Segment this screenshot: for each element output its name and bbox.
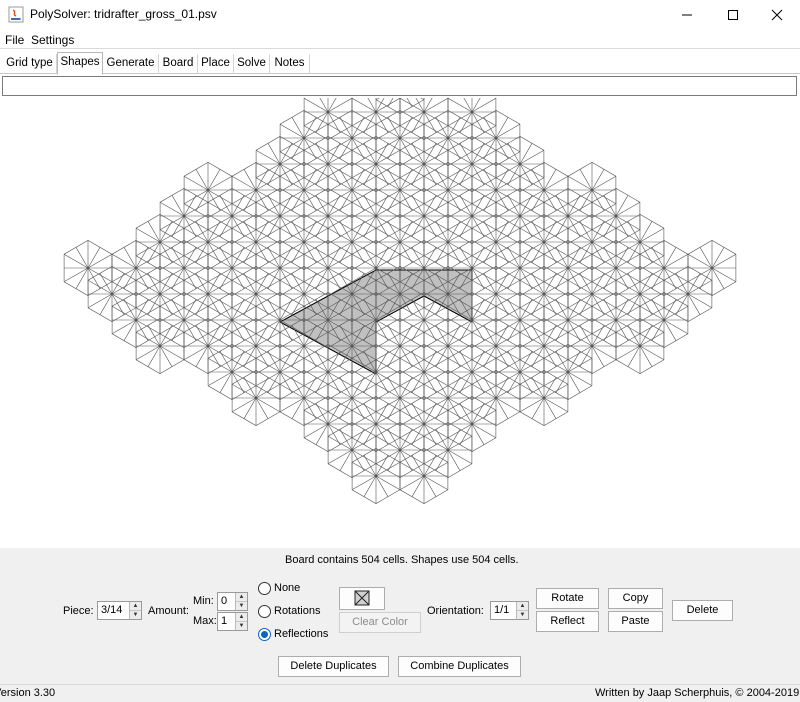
min-label: Min:: [193, 595, 214, 607]
menu-settings[interactable]: Settings: [31, 33, 74, 47]
paste-button[interactable]: Paste: [608, 611, 663, 632]
window-title: PolySolver: tridrafter_gross_01.psv: [30, 7, 217, 21]
down-arrow-icon[interactable]: ▼: [517, 610, 528, 618]
message-field[interactable]: [2, 76, 797, 96]
tab-bar: Grid type Shapes Generate Board Place So…: [0, 52, 800, 75]
reflect-button[interactable]: Reflect: [536, 611, 599, 632]
min-spinner[interactable]: 0 ▲ ▼: [217, 592, 248, 611]
orientation-label: Orientation:: [427, 605, 484, 617]
max-value: 1: [221, 615, 228, 627]
tab-generate[interactable]: Generate: [103, 54, 159, 74]
grid-lines: [63, 58, 737, 504]
hex-cell-lines: [399, 448, 449, 504]
close-icon: [771, 9, 783, 21]
shape-controls-panel: Board contains 504 cells. Shapes use 504…: [0, 548, 800, 684]
hex-cell[interactable]: [615, 318, 665, 374]
radio-none[interactable]: None: [258, 580, 300, 596]
orientation-spinner-arrows[interactable]: ▲ ▼: [516, 602, 528, 619]
tab-board[interactable]: Board: [159, 54, 198, 74]
status-bar: Version 3.30 Written by Jaap Scherphuis,…: [0, 684, 800, 702]
hex-cell-lines: [135, 318, 185, 374]
radio-reflections[interactable]: Reflections: [258, 626, 328, 642]
radio-reflections-label: Reflections: [274, 628, 329, 640]
credit-text: Written by Jaap Scherphuis, © 2004-2019: [595, 687, 800, 699]
amount-label: Amount:: [148, 605, 189, 617]
up-arrow-icon[interactable]: ▲: [236, 593, 247, 601]
piece-spinner[interactable]: 3/14 ▲ ▼: [97, 601, 142, 620]
java-app-icon: [8, 6, 24, 23]
min-value: 0: [221, 595, 228, 607]
orientation-spinner[interactable]: 1/1 ▲ ▼: [490, 601, 529, 620]
minimize-icon: [682, 14, 692, 16]
piece-label: Piece:: [63, 605, 94, 617]
tab-shapes[interactable]: Shapes: [57, 52, 103, 75]
copy-button[interactable]: Copy: [608, 588, 663, 609]
tab-solve[interactable]: Solve: [234, 54, 270, 74]
up-arrow-icon[interactable]: ▲: [517, 602, 528, 610]
hex-cell[interactable]: [519, 370, 569, 426]
tab-grid-type[interactable]: Grid type: [3, 54, 57, 74]
down-arrow-icon[interactable]: ▼: [236, 621, 247, 629]
color-button[interactable]: [339, 587, 385, 610]
hex-cell[interactable]: [351, 448, 401, 504]
combine-duplicates-button[interactable]: Combine Duplicates: [398, 656, 521, 677]
hex-cell[interactable]: [135, 318, 185, 374]
piece-value: 3/14: [101, 604, 123, 616]
hex-cell[interactable]: [231, 370, 281, 426]
delete-button[interactable]: Delete: [672, 600, 733, 621]
radio-rotations-label: Rotations: [274, 605, 321, 617]
delete-duplicates-button[interactable]: Delete Duplicates: [278, 656, 389, 677]
hex-cell[interactable]: [399, 448, 449, 504]
hex-cell-lines: [231, 370, 281, 426]
up-arrow-icon[interactable]: ▲: [236, 613, 247, 621]
cell-count-info: Board contains 504 cells. Shapes use 504…: [285, 554, 519, 566]
tab-notes[interactable]: Notes: [270, 54, 310, 74]
min-spinner-arrows[interactable]: ▲ ▼: [235, 593, 247, 610]
shape-editor-canvas[interactable]: [0, 58, 800, 548]
max-label: Max:: [193, 615, 217, 627]
radio-none-label: None: [274, 582, 301, 594]
maximize-icon: [728, 10, 738, 20]
close-button[interactable]: [754, 0, 800, 30]
menu-bar: File Settings: [0, 30, 800, 49]
down-arrow-icon[interactable]: ▼: [130, 610, 141, 618]
rotate-button[interactable]: Rotate: [536, 588, 599, 609]
version-text: Version 3.30: [0, 687, 56, 699]
radio-none-circle[interactable]: [258, 581, 271, 595]
crossed-box-icon: [354, 590, 370, 606]
menu-file[interactable]: File: [5, 33, 24, 47]
clear-color-button[interactable]: Clear Color: [339, 612, 421, 633]
max-spinner[interactable]: 1 ▲ ▼: [217, 612, 248, 631]
tridrafter-grid[interactable]: [0, 58, 800, 548]
title-bar: PolySolver: tridrafter_gross_01.psv: [0, 0, 800, 30]
orientation-value: 1/1: [494, 604, 510, 616]
down-arrow-icon[interactable]: ▼: [236, 601, 247, 609]
hex-cell-lines: [519, 370, 569, 426]
maximize-button[interactable]: [710, 0, 756, 30]
tab-place[interactable]: Place: [198, 54, 234, 74]
piece-spinner-arrows[interactable]: ▲ ▼: [129, 602, 141, 619]
radio-reflections-circle[interactable]: [258, 627, 271, 641]
hex-cell-lines: [351, 448, 401, 504]
up-arrow-icon[interactable]: ▲: [130, 602, 141, 610]
radio-rotations[interactable]: Rotations: [258, 603, 320, 619]
hex-cell-lines: [615, 318, 665, 374]
minimize-button[interactable]: [664, 0, 710, 30]
radio-rotations-circle[interactable]: [258, 604, 271, 618]
max-spinner-arrows[interactable]: ▲ ▼: [235, 613, 247, 630]
